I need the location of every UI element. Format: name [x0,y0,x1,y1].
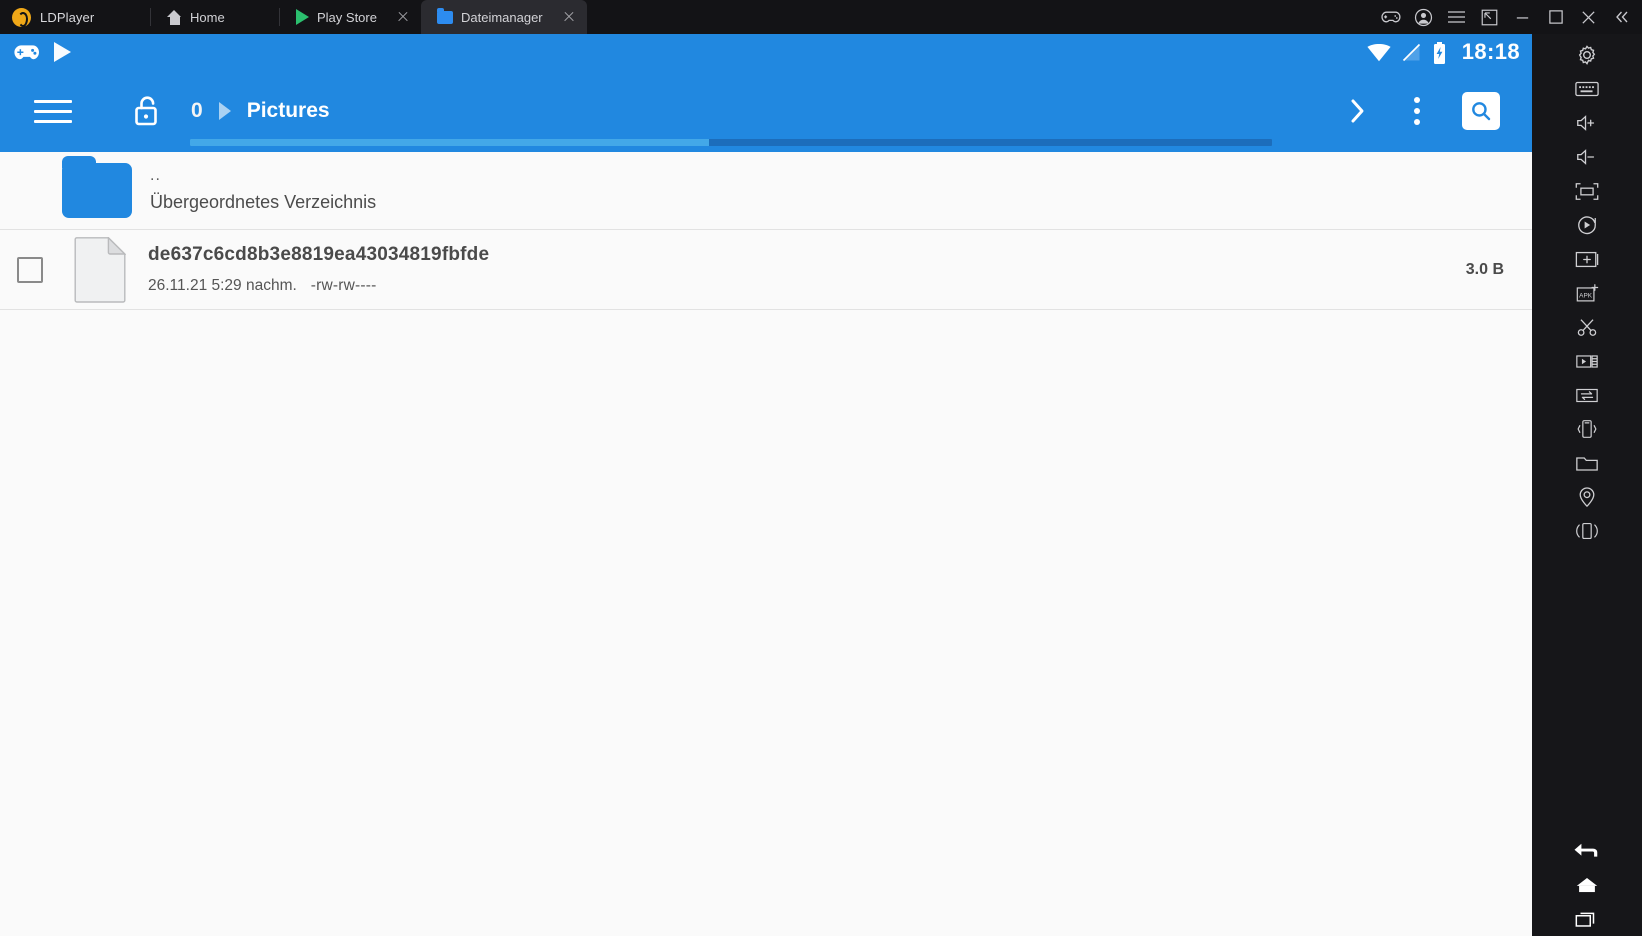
app-bar-actions [1330,92,1532,130]
tab-home[interactable]: Home [151,0,279,34]
breadcrumb-item-0[interactable]: 0 [189,99,205,123]
folder-icon [62,156,132,218]
file-list: .. Übergeordnetes Verzeichnis de637c6cd8… [0,152,1532,310]
home-icon [167,9,182,25]
titlebar-spacer [587,0,1374,34]
android-status-bar: 18:18 [0,34,1532,70]
file-select-checkbox[interactable] [17,256,43,283]
status-time: 18:18 [1461,39,1520,64]
breadcrumb-separator-icon [218,102,231,120]
close-icon[interactable] [1572,0,1605,34]
add-screen-icon[interactable] [1532,242,1642,276]
file-icon [74,236,126,303]
app-brand-label: LDPlayer [40,9,95,25]
wifi-icon [1367,43,1391,61]
location-icon[interactable] [1532,480,1642,514]
rotate-icon[interactable] [1532,208,1642,242]
volume-up-icon[interactable] [1532,106,1642,140]
recents-icon[interactable] [1532,902,1642,936]
loading-progress-fill [190,139,710,146]
file-row-texts: de637c6cd8b3e8819ea43034819fbfde 26.11.2… [148,244,489,295]
chevron-right-icon[interactable] [1330,96,1386,126]
search-icon[interactable] [1462,92,1500,130]
hamburger-menu-icon[interactable] [34,96,74,126]
file-name: de637c6cd8b3e8819ea43034819fbfde [148,244,490,265]
breadcrumb: 0 Pictures [189,99,332,123]
file-manager-icon [436,7,453,24]
no-signal-icon [1402,43,1420,62]
ldplayer-window: LDPlayer Home Play Store Dateimanager 18… [0,0,1642,936]
table-row[interactable]: de637c6cd8b3e8819ea43034819fbfde 26.11.2… [0,230,1532,310]
list-item-parent-directory[interactable]: .. Übergeordnetes Verzeichnis [0,152,1532,230]
install-apk-icon[interactable]: APK [1532,276,1642,310]
tab-dateimanager-close-icon[interactable] [561,9,577,25]
file-transfer-icon[interactable] [1532,378,1642,412]
tab-play-store-label: Play Store [317,9,377,25]
menu-icon[interactable] [1440,0,1473,34]
app-bar: 0 Pictures [0,70,1532,152]
home-icon[interactable] [1532,868,1642,902]
parent-row-title: .. [150,167,161,184]
volume-down-icon[interactable] [1532,140,1642,174]
play-store-icon [296,9,309,25]
ldplayer-logo-icon [12,7,31,27]
file-date: 26.11.21 5:29 nachm. [148,277,297,294]
account-icon[interactable] [1407,0,1440,34]
shake-icon[interactable] [1532,412,1642,446]
tab-dateimanager[interactable]: Dateimanager [420,0,587,34]
multi-instance-icon[interactable] [1532,514,1642,548]
maximize-icon[interactable] [1539,0,1572,34]
tab-home-label: Home [190,9,225,25]
parent-row-texts: .. Übergeordnetes Verzeichnis [150,168,376,213]
parent-row-subtitle: Übergeordnetes Verzeichnis [150,192,377,212]
keyboard-icon[interactable] [1532,72,1642,106]
gamepad-icon [14,44,40,61]
file-size: 3.0 B [1465,260,1504,278]
status-left-icons [14,42,71,62]
tab-play-store[interactable]: Play Store [280,0,421,34]
app-brand: LDPlayer [0,0,150,34]
play-store-icon [54,42,71,62]
file-permissions: -rw-rw---- [310,277,377,294]
tab-dateimanager-label: Dateimanager [460,9,543,25]
settings-gear-icon[interactable] [1532,38,1642,72]
loading-progress-bar [190,139,1272,146]
resize-icon[interactable] [1473,0,1506,34]
unlock-icon[interactable] [131,94,161,128]
status-right-icons: 18:18 [1367,39,1520,65]
svg-text:APK: APK [1579,292,1593,299]
gamepad-icon[interactable] [1374,0,1407,34]
minimize-icon[interactable] [1506,0,1539,34]
android-screen: 18:18 0 Pictures .. Übergeordnetes Verze… [0,34,1532,936]
file-meta: 26.11.21 5:29 nachm. -rw-rw---- [148,277,489,295]
collapse-icon[interactable] [1605,0,1638,34]
window-controls [1374,0,1642,34]
emulator-toolbar: APK [1532,34,1642,936]
video-record-icon[interactable] [1532,344,1642,378]
fullscreen-icon[interactable] [1532,174,1642,208]
folder-icon[interactable] [1532,446,1642,480]
scissors-icon[interactable] [1532,310,1642,344]
battery-charging-icon [1432,41,1447,64]
overflow-menu-icon[interactable] [1386,97,1448,125]
breadcrumb-item-pictures[interactable]: Pictures [245,99,332,123]
back-icon[interactable] [1532,834,1642,868]
tab-play-store-close-icon[interactable] [395,9,411,25]
window-titlebar: LDPlayer Home Play Store Dateimanager [0,0,1642,34]
